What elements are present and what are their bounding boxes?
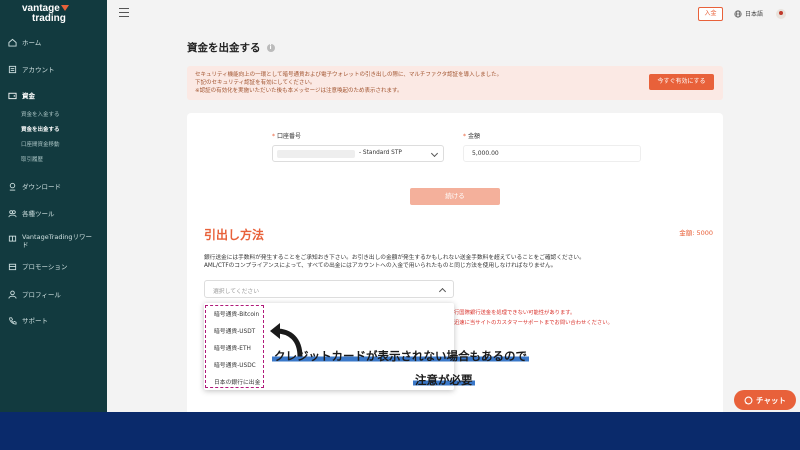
tools-icon (8, 209, 17, 217)
menu-toggle-icon[interactable] (119, 8, 129, 18)
annotation-caption-line-1: クレジットカードが表示されない場合もあるので (272, 349, 529, 363)
sidebar: vantage trading ホーム アカウント 資金 資金を入金する 資金を… (0, 0, 107, 412)
vantage-logo[interactable]: vantage trading (22, 4, 92, 24)
warning-line-2: 迅速に当サイトのカスタマーサポートまでお問い合わせください。 (454, 320, 613, 326)
sidebar-item-account[interactable]: アカウント (0, 61, 107, 77)
warning-line-1: 行国際銀行送金を処理できない可能性があります。 (454, 310, 576, 316)
notice-line-2: 下記のセキュリティ認証を有効にしてください。 (195, 80, 316, 86)
chat-bubble-icon (744, 396, 753, 404)
continue-button[interactable]: 続ける (410, 188, 500, 205)
sidebar-item-funds[interactable]: 資金 (0, 87, 107, 103)
sidebar-item-rewards[interactable]: VantageTradingリワード (0, 230, 107, 252)
reward-icon (8, 235, 17, 242)
language-selector[interactable]: 日本語 (734, 9, 763, 18)
amount-summary: 金額: 5000 (679, 229, 713, 237)
annotation-caption-line-2: 注意が必要 (413, 373, 475, 387)
amount-input[interactable]: 5,000.00 (463, 145, 641, 162)
option-usdt[interactable]: 暗号通貨-USDT (214, 326, 255, 335)
globe-icon (734, 9, 742, 18)
bottom-band (0, 412, 800, 450)
withdraw-form-card: * 口座番号 - Standard STP * 金額 5,000.00 続ける 引出… (187, 113, 723, 412)
account-icon (8, 65, 17, 73)
enable-now-button[interactable]: 今すぐ有効にする (649, 74, 714, 90)
withdraw-method-select[interactable]: 選択してください (204, 280, 454, 298)
account-number-label: * 口座番号 (272, 133, 302, 140)
sidebar-item-profile[interactable]: プロフィール (0, 286, 107, 302)
deposit-button[interactable]: 入金 (698, 7, 723, 21)
sidebar-subitem-transfer[interactable]: 口座間資金移動 (21, 140, 60, 148)
masked-account-number (277, 150, 355, 158)
sidebar-subitem-deposit[interactable]: 資金を入金する (21, 110, 60, 118)
page-title: 資金を出金する i (187, 40, 275, 55)
promotion-icon (8, 263, 17, 270)
account-number-select[interactable]: - Standard STP (272, 145, 444, 162)
option-usdc[interactable]: 暗号通貨-USDC (214, 360, 256, 369)
chevron-down-icon (430, 149, 439, 158)
avatar[interactable] (776, 9, 786, 19)
sidebar-item-download[interactable]: ダウンロード (0, 178, 107, 194)
sidebar-item-promotion[interactable]: プロモーション (0, 258, 107, 274)
sidebar-item-support[interactable]: サポート (0, 312, 107, 328)
home-icon (8, 38, 17, 47)
option-bitcoin[interactable]: 暗号通貨-Bitcoin (214, 309, 259, 318)
sidebar-subitem-withdraw[interactable]: 資金を出金する (21, 125, 60, 133)
logo-mark-icon (61, 5, 69, 11)
option-eth[interactable]: 暗号通貨-ETH (214, 343, 251, 352)
download-icon (9, 182, 16, 191)
chevron-up-icon (438, 287, 447, 296)
withdraw-method-description: 銀行送金には手数料が発生することをご承知おき下さい。お引き出しの金額が発生するか… (204, 255, 585, 269)
sidebar-item-tools[interactable]: 各種ツール (0, 205, 107, 221)
option-japan-bank[interactable]: 日本の銀行に出金 (214, 377, 260, 386)
topbar: 入金 日本語 (107, 0, 800, 28)
amount-label: * 金額 (463, 133, 481, 140)
wallet-icon (8, 92, 17, 99)
profile-icon (8, 290, 17, 299)
notice-line-1: セキュリティ機能向上の一環として暗号通貨および電子ウォレットの引き出しの際に、マ… (195, 72, 503, 78)
withdraw-method-title: 引出し方法 (204, 228, 265, 242)
info-icon[interactable]: i (266, 43, 275, 52)
sidebar-item-home[interactable]: ホーム (0, 34, 107, 50)
sidebar-subitem-history[interactable]: 取引履歴 (21, 155, 43, 163)
security-notice: セキュリティ機能向上の一環として暗号通貨および電子ウォレットの引き出しの際に、マ… (187, 66, 723, 100)
chat-button[interactable]: チャット (734, 390, 796, 410)
notice-line-3: ※認証の有効化を実施いただいた後も本メッセージは注意喚起のため表示されます。 (195, 88, 403, 94)
support-icon (9, 316, 17, 325)
